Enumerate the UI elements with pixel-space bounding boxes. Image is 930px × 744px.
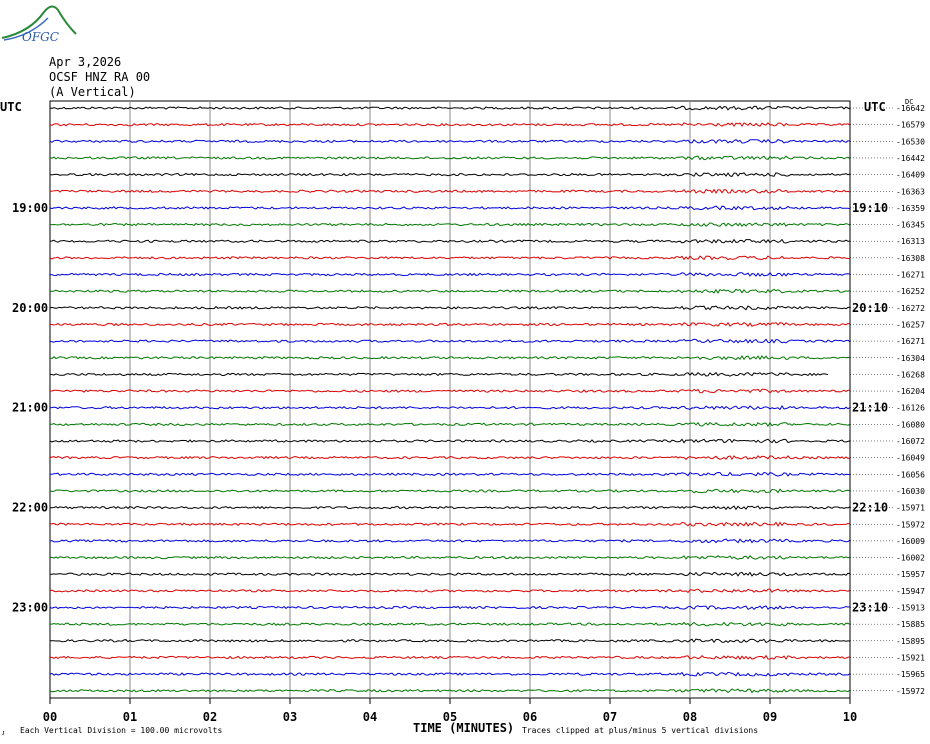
dc-label: DC	[905, 98, 913, 106]
dc-offset-label: -16030	[896, 487, 925, 496]
dc-offset-label: -15957	[896, 570, 925, 579]
x-axis-title: TIME (MINUTES)	[413, 721, 514, 735]
dc-offset-label: -16271	[896, 271, 925, 280]
dc-offset-label: -15965	[896, 670, 925, 679]
dc-offset-label: -16579	[896, 121, 925, 130]
dc-offset-label: -15921	[896, 653, 925, 662]
dc-offset-label: -16204	[896, 387, 925, 396]
hour-label-left: 22:00	[12, 501, 48, 515]
x-tick-label: 06	[523, 710, 537, 724]
seismic-trace	[49, 371, 829, 377]
x-tick-label: 10	[843, 710, 857, 724]
hour-label-left: 23:00	[12, 601, 48, 615]
dc-offset-label: -16363	[896, 187, 925, 196]
x-tick-label: 08	[683, 710, 697, 724]
dc-offset-label: -16442	[896, 154, 925, 163]
dc-offset-label: -16257	[896, 320, 925, 329]
utc-label-right: UTC	[864, 100, 886, 114]
dc-offset-label: -15971	[896, 504, 925, 513]
dc-offset-label: -16072	[896, 437, 925, 446]
dc-offset-label: -15885	[896, 620, 925, 629]
dc-offset-label: -15913	[896, 604, 925, 613]
clip-note: Traces clipped at plus/minus 5 vertical …	[522, 726, 758, 735]
dc-offset-label: -16268	[896, 370, 925, 379]
dc-offset-label: -16049	[896, 454, 925, 463]
dc-offset-label: -16530	[896, 137, 925, 146]
dc-offset-label: -15947	[896, 587, 925, 596]
hour-label-left: 20:00	[12, 301, 48, 315]
helicorder-plot: 00 01 02 03 04 05 06 07 08 09 10-16642-16579-16530…	[0, 98, 925, 737]
hour-label-right: 19:10	[852, 201, 888, 215]
dc-offset-label: -16002	[896, 554, 925, 563]
x-tick-label: 03	[283, 710, 297, 724]
dc-offset-label: -16409	[896, 171, 925, 180]
dc-offset-label: -16252	[896, 287, 925, 296]
dc-offset-label: -15972	[896, 520, 925, 529]
dc-offset-label: -16345	[896, 221, 925, 230]
x-tick-label: 09	[763, 710, 777, 724]
dc-offset-label: -16313	[896, 237, 925, 246]
utc-label-left: UTC	[0, 100, 22, 114]
dc-offset-label: -16126	[896, 404, 925, 413]
hour-label-right: 21:10	[852, 401, 888, 415]
scale-note: Each Vertical Division = 100.00 microvol…	[20, 726, 222, 735]
hour-label-left: 19:00	[12, 201, 48, 215]
dc-offset-label: -16056	[896, 470, 925, 479]
dc-offset-label: -16308	[896, 254, 925, 263]
hour-label-right: 20:10	[852, 301, 888, 315]
corner-mark: ᴊ	[2, 728, 5, 737]
hour-label-left: 21:00	[12, 401, 48, 415]
x-tick-label: 01	[123, 710, 137, 724]
x-tick-label: 00	[43, 710, 57, 724]
hour-label-right: 22:10	[852, 501, 888, 515]
x-tick-label: 02	[203, 710, 217, 724]
dc-offset-label: -16009	[896, 537, 925, 546]
dc-offset-label: -16359	[896, 204, 925, 213]
hour-label-right: 23:10	[852, 601, 888, 615]
dc-offset-label: -16080	[896, 420, 925, 429]
x-tick-label: 07	[603, 710, 617, 724]
dc-offset-label: -16272	[896, 304, 925, 313]
dc-offset-label: -15972	[896, 687, 925, 696]
x-tick-label: 04	[363, 710, 377, 724]
dc-offset-label: -16304	[896, 354, 925, 363]
dc-offset-label: -16271	[896, 337, 925, 346]
dc-offset-label: -15895	[896, 637, 925, 646]
